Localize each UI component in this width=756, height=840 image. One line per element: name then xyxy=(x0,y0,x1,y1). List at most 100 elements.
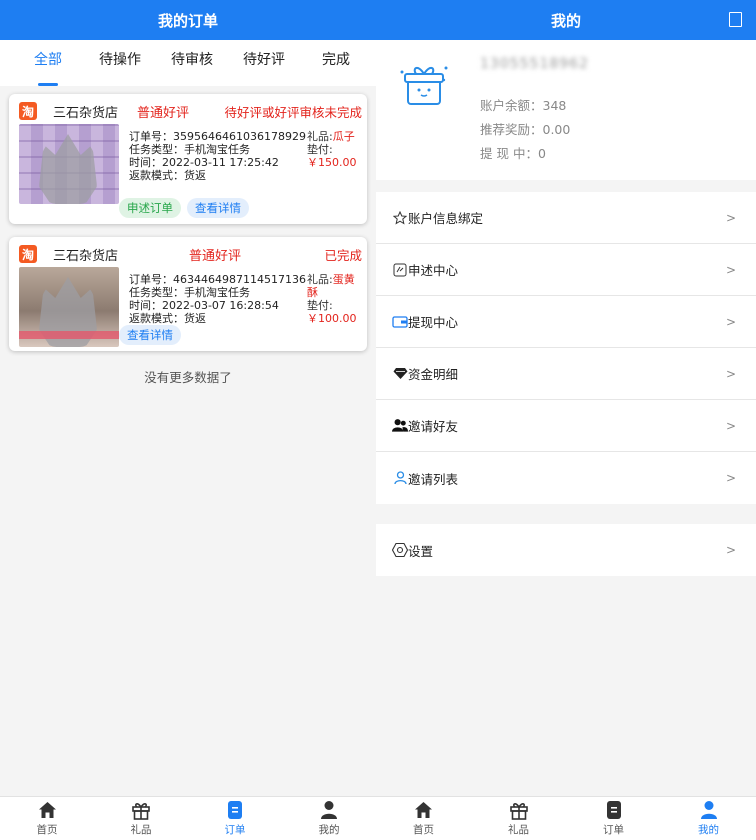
order-card-body: 订单号：3595646461036178929 任务类型：手机淘宝任务 时间：2… xyxy=(9,124,367,204)
profile-menu: 账户信息绑定 > 申述中心 > 提现中心 > 资金明细 > 邀请好友 > 邀请列… xyxy=(376,192,756,504)
order-card-header: 淘 三石杂货店 普通好评 已完成 xyxy=(9,245,367,264)
no-more-data: 没有更多数据了 xyxy=(144,370,232,385)
bottom-nav: 首页 礼品 订单 我的 xyxy=(376,796,756,840)
chevron-right-icon: > xyxy=(725,262,736,277)
tab-pending-feedback[interactable]: 待好评 xyxy=(228,40,300,86)
profile-icon xyxy=(319,800,339,820)
nav-orders[interactable]: 订单 xyxy=(566,797,661,840)
account-summary: 13055518962 账户余额：348 推荐奖励：0.00 提 现 中：0 xyxy=(376,40,756,180)
menu-invite-friends[interactable]: 邀请好友 > xyxy=(376,400,756,452)
nav-home[interactable]: 首页 xyxy=(0,797,94,840)
order-number: 订单号：4634464987114517136 xyxy=(129,273,306,286)
order-type: 普通好评 xyxy=(189,248,242,264)
shop-name: 三石杂货店 xyxy=(53,248,119,264)
order-icon xyxy=(604,800,624,820)
nav-orders[interactable]: 订单 xyxy=(188,797,282,840)
account-balance: 账户余额：348 xyxy=(480,98,567,113)
order-list: 淘 三石杂货店 普通好评 待好评或好评审核未完成 订单号：35956464610… xyxy=(0,86,376,386)
refund-mode: 返款模式：货返 xyxy=(129,169,206,182)
menu-complaint-center[interactable]: 申述中心 > xyxy=(376,244,756,296)
orders-screen: 我的订单 全部 待操作 待审核 待好评 完成 淘 三石杂货店 普通好评 待好评或… xyxy=(0,0,376,840)
tab-pending-review[interactable]: 待审核 xyxy=(156,40,228,86)
order-type: 普通好评 xyxy=(137,105,190,121)
window-icon[interactable] xyxy=(729,12,742,27)
advance-amount: ￥150.00 xyxy=(307,156,357,169)
gift-label: 礼品: xyxy=(307,273,333,286)
view-details-button[interactable]: 查看详情 xyxy=(119,325,181,345)
chevron-right-icon: > xyxy=(725,366,736,381)
shop-name: 三石杂货店 xyxy=(53,105,119,121)
menu-withdrawal-center[interactable]: 提现中心 > xyxy=(376,296,756,348)
diamond-icon xyxy=(392,366,408,382)
users-icon xyxy=(392,418,408,434)
chevron-right-icon: > xyxy=(725,210,736,225)
gift-box-avatar-icon xyxy=(400,66,448,105)
view-details-button[interactable]: 查看详情 xyxy=(187,198,249,218)
tab-all[interactable]: 全部 xyxy=(12,40,84,86)
settings-section: 设置 > xyxy=(376,524,756,576)
taobao-icon: 淘 xyxy=(19,245,37,263)
order-card[interactable]: 淘 三石杂货店 普通好评 已完成 订单号：4634464987114517136… xyxy=(9,237,367,351)
task-type: 任务类型：手机淘宝任务 xyxy=(129,286,250,299)
order-status: 已完成 xyxy=(324,247,362,263)
tab-pending-action[interactable]: 待操作 xyxy=(84,40,156,86)
order-card-body: 订单号：4634464987114517136 任务类型：手机淘宝任务 时间：2… xyxy=(9,267,367,347)
star-outline-icon xyxy=(392,210,408,226)
withdrawing-amount: 提 现 中：0 xyxy=(480,146,546,161)
nav-profile[interactable]: 我的 xyxy=(661,797,756,840)
menu-account-binding[interactable]: 账户信息绑定 > xyxy=(376,192,756,244)
gift-label: 礼品: xyxy=(307,130,333,143)
account-phone: 13055518962 xyxy=(480,56,589,72)
order-status: 待好评或好评审核未完成 xyxy=(224,104,362,120)
menu-fund-details[interactable]: 资金明细 > xyxy=(376,348,756,400)
advance-label: 垫付: xyxy=(307,143,333,156)
tab-completed[interactable]: 完成 xyxy=(300,40,372,86)
order-side-info: 礼品:瓜子 垫付: ￥150.00 xyxy=(307,124,365,204)
chevron-right-icon: > xyxy=(725,418,736,433)
order-icon xyxy=(225,800,245,820)
referral-reward: 推荐奖励：0.00 xyxy=(480,122,571,137)
user-icon xyxy=(392,470,408,486)
nav-gift[interactable]: 礼品 xyxy=(94,797,188,840)
home-icon xyxy=(414,800,434,820)
order-info: 订单号：3595646461036178929 任务类型：手机淘宝任务 时间：2… xyxy=(129,124,307,204)
profile-header: 我的 xyxy=(376,0,756,40)
task-type: 任务类型：手机淘宝任务 xyxy=(129,143,250,156)
order-card[interactable]: 淘 三石杂货店 普通好评 待好评或好评审核未完成 订单号：35956464610… xyxy=(9,94,367,224)
advance-amount: ￥100.00 xyxy=(307,312,357,325)
appeal-order-button[interactable]: 申述订单 xyxy=(119,198,181,218)
profile-screen: 我的 13055518962 账户余额：348 推荐奖励：0.00 提 现 中：… xyxy=(376,0,756,840)
placeholder-image-icon xyxy=(39,134,97,204)
order-tabs: 全部 待操作 待审核 待好评 完成 xyxy=(0,40,376,86)
gift-icon xyxy=(131,800,151,820)
placeholder-image-icon xyxy=(39,277,97,347)
nav-gift[interactable]: 礼品 xyxy=(471,797,566,840)
advance-label: 垫付: xyxy=(307,299,333,312)
chevron-right-icon: > xyxy=(725,471,736,485)
orders-header: 我的订单 xyxy=(0,0,376,40)
order-number: 订单号：3595646461036178929 xyxy=(129,130,306,143)
gift-name: 瓜子 xyxy=(332,130,355,143)
menu-invite-list[interactable]: 邀请列表 > xyxy=(376,452,756,504)
order-card-header: 淘 三石杂货店 普通好评 待好评或好评审核未完成 xyxy=(9,102,367,121)
order-time: 时间：2022-03-07 16:28:54 xyxy=(129,299,279,312)
menu-settings[interactable]: 设置 > xyxy=(376,524,756,576)
nav-home[interactable]: 首页 xyxy=(376,797,471,840)
page-title: 我的 xyxy=(550,11,581,30)
profile-icon xyxy=(699,800,719,820)
product-thumbnail xyxy=(19,124,119,204)
chevron-right-icon: > xyxy=(725,314,736,329)
order-side-info: 礼品:蛋黄酥 垫付: ￥100.00 xyxy=(307,267,365,347)
gear-icon xyxy=(392,542,408,558)
product-thumbnail xyxy=(19,267,119,347)
gift-icon xyxy=(509,800,529,820)
bottom-nav: 首页 礼品 订单 我的 xyxy=(0,796,376,840)
home-icon xyxy=(37,800,57,820)
taobao-icon: 淘 xyxy=(19,102,37,120)
chevron-right-icon: > xyxy=(725,543,736,557)
page-title: 我的订单 xyxy=(157,11,218,30)
nav-profile[interactable]: 我的 xyxy=(282,797,376,840)
refund-mode: 返款模式：货返 xyxy=(129,312,206,325)
order-time: 时间：2022-03-11 17:25:42 xyxy=(129,156,279,169)
wallet-icon xyxy=(392,314,408,330)
